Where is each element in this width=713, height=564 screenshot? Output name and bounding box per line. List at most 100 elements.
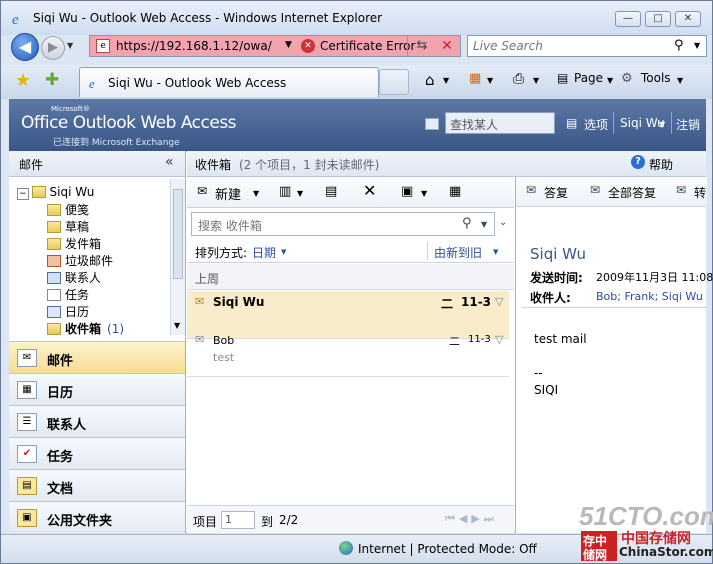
- stop-icon[interactable]: ✕: [438, 38, 456, 54]
- flag-icon[interactable]: ▽: [495, 295, 503, 308]
- page-number-input[interactable]: 1: [221, 511, 255, 529]
- folder-item-inbox[interactable]: 收件箱 (1): [47, 320, 124, 337]
- new-dropdown-icon[interactable]: ▼: [253, 189, 259, 198]
- mailbox-search-input[interactable]: 搜索 收件箱 ⚲ ▼: [191, 212, 495, 236]
- scrollbar-thumb[interactable]: [173, 189, 183, 279]
- user-dropdown-icon[interactable]: ▼: [659, 120, 665, 129]
- back-button[interactable]: ◀: [11, 33, 39, 61]
- print-dropdown-icon[interactable]: ▼: [533, 76, 539, 85]
- certificate-error-icon[interactable]: ✕: [301, 39, 315, 53]
- print-icon[interactable]: ⎙: [513, 71, 524, 87]
- feeds-dropdown-icon[interactable]: ▼: [487, 76, 493, 85]
- sort-field-dropdown-icon[interactable]: ▼: [281, 248, 286, 256]
- address-bar[interactable]: e https://192.168.1.12/owa/ ▼ ✕ Certific…: [89, 35, 461, 57]
- folder-item[interactable]: 垃圾邮件: [47, 252, 113, 269]
- options-icon: ▤: [566, 116, 578, 130]
- page-dropdown-icon[interactable]: ▼: [607, 76, 613, 85]
- maximize-button[interactable]: □: [645, 11, 671, 27]
- view-dropdown-icon[interactable]: ▼: [297, 189, 303, 198]
- search-scope-dropdown-icon[interactable]: ▼: [481, 220, 487, 229]
- feeds-icon[interactable]: ▦: [469, 71, 481, 86]
- unread-envelope-icon: ✉: [195, 295, 205, 308]
- svg-text:e: e: [12, 12, 19, 26]
- security-zone-label[interactable]: Internet | Protected Mode: Off: [358, 542, 537, 556]
- tab-outlook-web-access[interactable]: e Siqi Wu - Outlook Web Access: [79, 67, 379, 97]
- navigation-bar: ◀ ▶ ▼ e https://192.168.1.12/owa/ ▼ ✕ Ce…: [1, 31, 712, 63]
- search-icon[interactable]: ⚲: [674, 38, 684, 53]
- page-menu[interactable]: Page: [574, 71, 603, 85]
- flag-icon[interactable]: ▽: [495, 333, 503, 346]
- module-label: 联系人: [47, 418, 87, 433]
- address-url[interactable]: https://192.168.1.12/owa/: [116, 39, 272, 53]
- message-preview: test: [213, 351, 235, 364]
- module-documents[interactable]: ▤ 文档: [9, 469, 185, 501]
- sort-divider: [427, 242, 428, 260]
- folder-root[interactable]: − Siqi Wu: [17, 185, 94, 200]
- folder-item[interactable]: 草稿: [47, 218, 89, 235]
- add-favorite-icon[interactable]: ✚: [45, 70, 59, 90]
- search-options-dropdown-icon[interactable]: ▼: [694, 41, 700, 50]
- folder-item[interactable]: 发件箱: [47, 235, 101, 252]
- reply-button[interactable]: 答复: [544, 184, 568, 201]
- module-contacts[interactable]: ☰ 联系人: [9, 405, 185, 437]
- folder-item[interactable]: 日历: [47, 303, 89, 320]
- folder-item[interactable]: 便笺: [47, 201, 89, 218]
- view-icon[interactable]: ▥: [279, 184, 291, 199]
- module-label: 邮件: [47, 354, 74, 369]
- options-link[interactable]: 选项: [584, 116, 608, 133]
- scroll-down-icon[interactable]: ▼: [174, 321, 180, 330]
- tools-dropdown-icon[interactable]: ▼: [677, 76, 683, 85]
- recent-pages-dropdown-icon[interactable]: ▼: [67, 41, 73, 50]
- forward-button[interactable]: 转: [694, 184, 706, 201]
- public-folders-icon: ▣: [17, 509, 37, 527]
- sort-order-dropdown-icon[interactable]: ▼: [493, 248, 498, 256]
- help-icon[interactable]: ?: [631, 155, 645, 169]
- module-mail[interactable]: ✉ 邮件: [9, 341, 185, 373]
- sort-order-selector[interactable]: 由新到旧: [434, 244, 482, 261]
- find-someone-input[interactable]: 查找某人: [445, 112, 555, 134]
- logout-link[interactable]: 注销: [676, 116, 700, 133]
- refresh-icon[interactable]: ⇆: [412, 38, 432, 54]
- module-calendar[interactable]: ▦ 日历: [9, 373, 185, 405]
- expand-search-icon[interactable]: ⌄: [499, 217, 507, 228]
- folder-actions-dropdown-icon[interactable]: ▼: [421, 189, 427, 198]
- mailbox-icon: [31, 186, 46, 198]
- message-date: 11-3: [468, 334, 491, 345]
- delete-icon[interactable]: ✕: [363, 181, 376, 200]
- compact-view-icon[interactable]: ▦: [449, 184, 461, 199]
- address-book-icon[interactable]: [425, 118, 439, 130]
- new-button[interactable]: 新建: [215, 184, 241, 203]
- tools-menu[interactable]: Tools: [641, 71, 671, 85]
- folder-actions-icon[interactable]: ▣: [401, 184, 413, 199]
- address-dropdown-icon[interactable]: ▼: [285, 40, 292, 50]
- module-public-folders[interactable]: ▣ 公用文件夹: [9, 501, 185, 533]
- new-tab-button[interactable]: [379, 69, 409, 95]
- live-search-box[interactable]: Live Search ⚲ ▼: [467, 35, 707, 57]
- module-label: 任务: [47, 450, 74, 465]
- folder-item[interactable]: 联系人: [47, 269, 101, 286]
- collapse-tree-icon[interactable]: −: [17, 188, 29, 200]
- sort-field-selector[interactable]: 日期: [252, 244, 276, 261]
- favorites-star-icon[interactable]: ★: [15, 70, 31, 91]
- minimize-button[interactable]: —: [615, 11, 641, 27]
- home-dropdown-icon[interactable]: ▼: [443, 76, 449, 85]
- forward-button[interactable]: ▶: [41, 36, 65, 60]
- move-icon[interactable]: ▤: [325, 184, 337, 199]
- help-link[interactable]: 帮助: [649, 156, 673, 173]
- search-icon[interactable]: ⚲: [462, 216, 472, 231]
- navigation-pane-title: 邮件: [19, 158, 44, 172]
- reply-all-button[interactable]: 全部答复: [608, 184, 656, 201]
- collapse-pane-icon[interactable]: «: [165, 154, 174, 170]
- to-value[interactable]: Bob; Frank; Siqi Wu: [596, 290, 703, 303]
- paging-arrows-icon[interactable]: ⏮◀▶⏭: [445, 512, 498, 526]
- certificate-error-label[interactable]: Certificate Error: [320, 39, 415, 53]
- module-label: 公用文件夹: [47, 514, 113, 529]
- folder-item[interactable]: 任务: [47, 286, 89, 303]
- message-row[interactable]: ✉ Bob 二 11-3 ▽ test: [187, 329, 509, 377]
- close-button[interactable]: ✕: [675, 11, 701, 27]
- module-tasks[interactable]: ✔ 任务: [9, 437, 185, 469]
- folder-tree-scrollbar[interactable]: ▼: [170, 179, 185, 335]
- message-from: Siqi Wu: [530, 245, 586, 263]
- home-icon[interactable]: ⌂: [425, 71, 435, 89]
- folder-label: 收件箱: [65, 322, 102, 336]
